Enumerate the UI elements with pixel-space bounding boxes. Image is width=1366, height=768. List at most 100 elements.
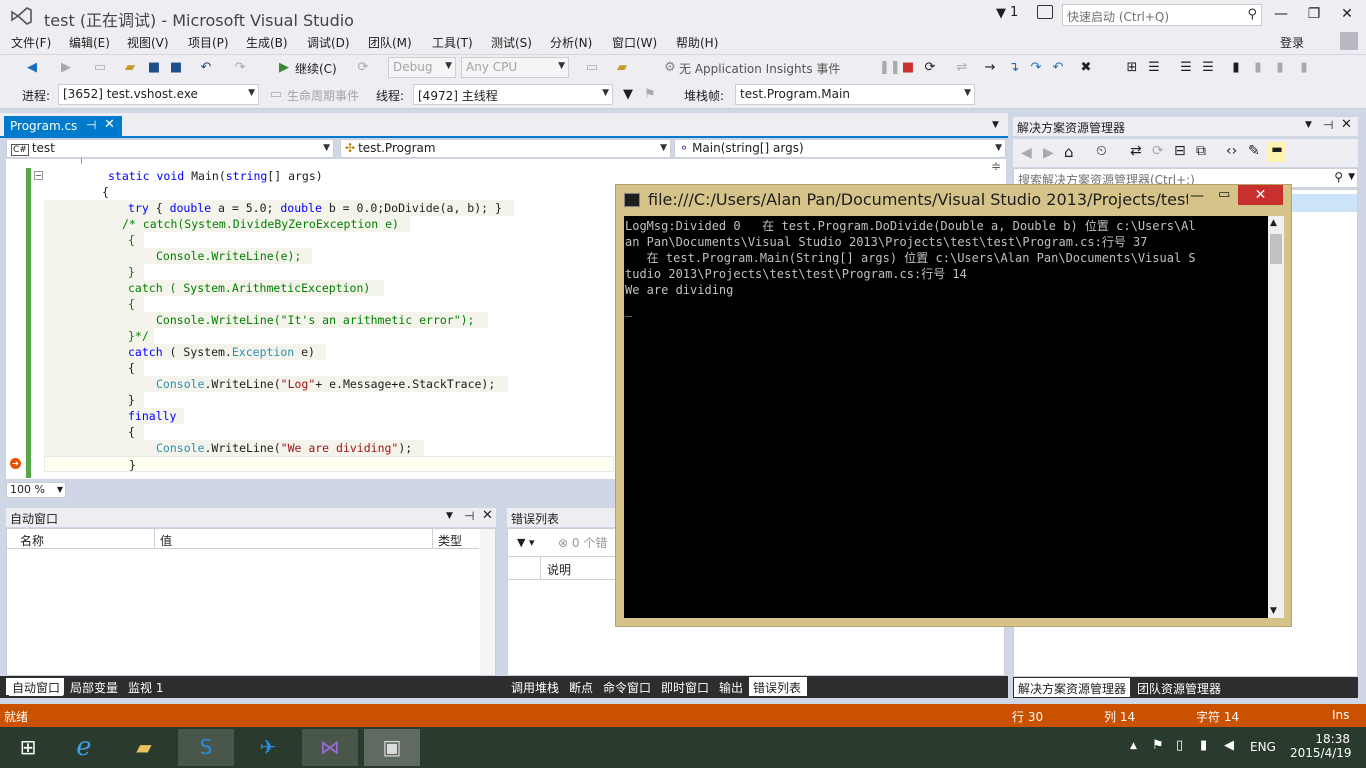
home-icon[interactable]: ⌂	[1064, 143, 1074, 161]
sogou-input-icon[interactable]: S	[178, 729, 234, 766]
notification-flag-icon[interactable]: ▼	[996, 6, 1006, 21]
minimize-button[interactable]: —	[1266, 4, 1296, 26]
platform-dropdown[interactable]: Any CPU ▼	[461, 57, 569, 78]
open-file-icon[interactable]: ▰	[122, 60, 138, 76]
tab-call-stack[interactable]: 调用堆栈	[511, 679, 559, 696]
hex-display-icon[interactable]: ✖	[1078, 60, 1094, 76]
collapse-all-icon[interactable]: ⊟	[1174, 143, 1186, 159]
tab-autos[interactable]: 自动窗口	[9, 679, 64, 696]
visual-studio-taskbar-icon[interactable]: ⋈	[302, 729, 358, 766]
network-icon[interactable]: ▮	[1200, 738, 1207, 753]
tab-team-explorer[interactable]: 团队资源管理器	[1137, 680, 1221, 697]
start-windows-icon[interactable]: ⊞	[0, 729, 56, 766]
restart-icon[interactable]: ⟳	[922, 60, 938, 76]
member-nav-dropdown[interactable]: ⚬ Main(string[] args) ▼	[674, 139, 1006, 158]
thread-icon[interactable]: ⊞	[1124, 60, 1140, 76]
close-tab-icon[interactable]: ✕	[104, 117, 115, 132]
autos-col-name[interactable]: 名称	[20, 532, 44, 549]
class-nav-dropdown[interactable]: ✣ test.Program ▼	[340, 139, 671, 158]
clear-bookmarks-icon[interactable]: ▮	[1296, 60, 1312, 76]
scroll-thumb[interactable]	[1270, 234, 1282, 264]
maximize-button[interactable]: ❐	[1299, 4, 1329, 26]
menu-edit[interactable]: 编辑(E)	[69, 34, 110, 51]
forward-icon[interactable]: ▶	[1043, 145, 1054, 161]
menu-view[interactable]: 视图(V)	[127, 34, 169, 51]
battery-icon[interactable]: ▯	[1176, 738, 1183, 753]
pin-icon[interactable]: ⊣	[464, 509, 474, 523]
close-icon[interactable]: ✕	[482, 508, 493, 523]
selected-tree-item[interactable]	[1288, 194, 1357, 212]
attach-icon[interactable]: ⇌	[954, 60, 970, 76]
tab-program-cs[interactable]: Program.cs ⊣ ✕	[4, 116, 122, 137]
preview-selected-icon[interactable]: ▬	[1268, 142, 1286, 162]
chevron-down-icon[interactable]: ▼	[1305, 120, 1312, 130]
autos-col-type[interactable]: 类型	[438, 532, 462, 549]
stack-icon[interactable]: ☰	[1146, 60, 1162, 76]
input-language[interactable]: ENG	[1250, 740, 1276, 754]
close-button[interactable]: ✕	[1332, 4, 1362, 26]
thread-dropdown[interactable]: [4972] 主线程 ▼	[413, 84, 613, 105]
autos-col-value[interactable]: 值	[160, 532, 172, 549]
file-explorer-icon[interactable]: ▰	[116, 729, 172, 766]
show-all-files-icon[interactable]: ⧉	[1196, 143, 1206, 159]
console-maximize-button[interactable]: ▭	[1218, 187, 1230, 202]
lifecycle-events-dropdown[interactable]: 生命周期事件	[287, 87, 359, 104]
step-out-icon[interactable]: ↶	[1050, 60, 1066, 76]
tab-overflow-icon[interactable]: ▼	[992, 120, 999, 130]
process-dropdown[interactable]: [3652] test.vshost.exe ▼	[58, 84, 259, 105]
tab-output[interactable]: 输出	[719, 679, 743, 696]
chevron-down-icon[interactable]: ▼	[446, 511, 453, 521]
sign-in-link[interactable]: 登录	[1280, 34, 1304, 51]
menu-tools[interactable]: 工具(T)	[432, 34, 473, 51]
menu-team[interactable]: 团队(M)	[368, 34, 412, 51]
history-icon[interactable]: ⏲	[1096, 143, 1107, 159]
quick-launch-input[interactable]: 快速启动 (Ctrl+Q) ⚲	[1062, 4, 1262, 26]
menu-test[interactable]: 测试(S)	[491, 34, 532, 51]
user-avatar-icon[interactable]	[1340, 32, 1358, 50]
back-icon[interactable]: ◀	[1021, 145, 1032, 161]
outdent-icon[interactable]: ☰	[1200, 60, 1216, 76]
continue-button[interactable]: 继续(C)	[295, 60, 337, 77]
zoom-dropdown[interactable]: 100 % ▼	[6, 482, 66, 498]
refresh-icon[interactable]: ⟳	[1152, 143, 1164, 159]
messenger-icon[interactable]: ✈	[240, 729, 296, 766]
scroll-down-icon[interactable]: ▼	[1270, 606, 1277, 616]
action-center-icon[interactable]: ⚑	[1152, 738, 1164, 753]
save-icon[interactable]: ■	[146, 60, 162, 76]
console-scrollbar[interactable]: ▲ ▼	[1268, 216, 1284, 618]
errors-filter-button[interactable]: ⊗ 0 个错	[558, 534, 607, 551]
pause-icon[interactable]: ❚❚	[879, 60, 901, 76]
find-icon[interactable]: ▭	[584, 60, 600, 76]
tab-watch-1[interactable]: 监视 1	[128, 679, 163, 696]
next-bookmark-icon[interactable]: ▮	[1272, 60, 1288, 76]
feedback-icon[interactable]	[1037, 5, 1053, 19]
console-close-button[interactable]: ✕	[1238, 185, 1283, 205]
system-clock[interactable]: 18:38 2015/4/19	[1290, 732, 1352, 760]
view-code-icon[interactable]: ‹›	[1226, 143, 1237, 159]
menu-file[interactable]: 文件(F)	[11, 34, 51, 51]
close-icon[interactable]: ✕	[1341, 117, 1352, 132]
filter-icon[interactable]: ▼ ▾	[517, 536, 534, 549]
menu-debug[interactable]: 调试(D)	[307, 34, 350, 51]
tab-locals[interactable]: 局部变量	[70, 679, 118, 696]
stackframe-dropdown[interactable]: test.Program.Main ▼	[735, 84, 975, 105]
sync-icon[interactable]: ⇄	[1130, 143, 1142, 159]
menu-analyze[interactable]: 分析(N)	[550, 34, 592, 51]
continue-icon[interactable]: ▶	[276, 60, 292, 76]
show-next-statement-icon[interactable]: →	[982, 60, 998, 76]
chevron-down-icon[interactable]: ▼	[1348, 172, 1355, 182]
prev-bookmark-icon[interactable]: ▮	[1250, 60, 1266, 76]
app-insights-icon[interactable]: ⚙	[662, 60, 678, 76]
project-nav-dropdown[interactable]: C# test ▼	[6, 139, 334, 158]
pin-icon[interactable]: ⊣	[86, 118, 96, 132]
find-in-files-icon[interactable]: ▰	[614, 60, 630, 76]
stop-icon[interactable]: ■	[900, 60, 916, 76]
collapse-icon[interactable]: −	[34, 171, 43, 180]
autos-scrollbar[interactable]	[480, 529, 495, 675]
menu-window[interactable]: 窗口(W)	[612, 34, 657, 51]
redo-icon[interactable]: ↷	[232, 60, 248, 76]
tab-error-list[interactable]: 错误列表	[753, 679, 801, 696]
app-insights-dropdown[interactable]: 无 Application Insights 事件	[679, 60, 840, 77]
ie-browser-icon[interactable]: ℯ	[56, 729, 112, 766]
tab-immediate-window[interactable]: 即时窗口	[661, 679, 709, 696]
